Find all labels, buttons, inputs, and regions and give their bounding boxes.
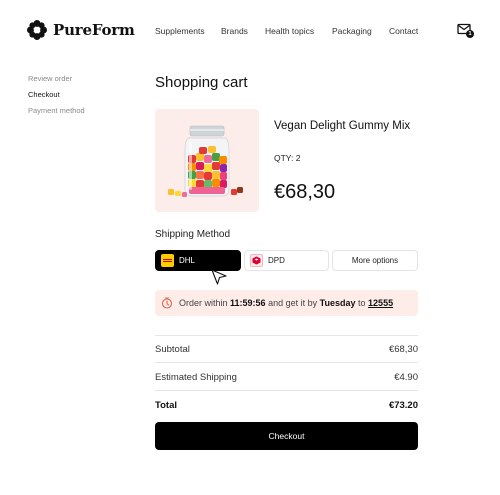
notice-day: Tuesday	[319, 298, 356, 308]
step-payment-method[interactable]: Payment method	[28, 106, 85, 122]
subtotal-label: Subtotal	[155, 344, 190, 355]
brand-name: PureForm	[53, 21, 135, 39]
total-label: Total	[155, 400, 177, 411]
notice-prefix: Order within	[179, 298, 228, 308]
step-review-order[interactable]: Review order	[28, 74, 85, 90]
divider	[155, 390, 418, 391]
notice-to: to	[358, 298, 366, 308]
page-title: Shopping cart	[155, 74, 248, 91]
shipping-option-label: More options	[351, 256, 399, 265]
checkout-button[interactable]: Checkout	[155, 422, 418, 450]
cart-badge: 1	[466, 30, 474, 38]
shipping-option-dpd[interactable]: DPD	[244, 250, 329, 271]
total-value: €73.20	[388, 400, 418, 411]
dhl-logo-icon	[161, 254, 174, 267]
divider	[155, 335, 418, 336]
step-checkout[interactable]: Checkout	[28, 90, 85, 106]
subtotal-row: Subtotal €68,30	[155, 344, 418, 355]
notice-time: 11:59:56	[230, 298, 266, 308]
product-image	[155, 109, 259, 212]
notice-zip-link[interactable]: 12555	[368, 298, 393, 308]
nav-health-topics[interactable]: Health topics	[265, 26, 314, 36]
nav-supplements[interactable]: Supplements	[155, 26, 205, 36]
divider	[155, 362, 418, 363]
shipping-row: Estimated Shipping €4.90	[155, 372, 418, 383]
notice-middle: and get it by	[268, 298, 318, 308]
checkout-steps: Review order Checkout Payment method	[28, 74, 85, 122]
shipping-label: Estimated Shipping	[155, 372, 237, 383]
delivery-notice: Order within 11:59:56 and get it by Tues…	[155, 290, 418, 316]
product-price: €68,30	[274, 181, 336, 203]
shipping-value: €4.90	[394, 372, 418, 383]
brand-logo[interactable]: PureForm	[27, 20, 135, 40]
dpd-logo-icon	[250, 254, 263, 267]
product-quantity: QTY: 2	[274, 153, 301, 163]
shipping-option-dhl[interactable]: DHL	[155, 250, 241, 271]
shipping-option-label: DHL	[179, 256, 196, 265]
mouse-pointer-icon	[211, 269, 227, 285]
subtotal-value: €68,30	[388, 344, 418, 355]
nav-brands[interactable]: Brands	[221, 26, 248, 36]
total-row: Total €73.20	[155, 400, 418, 411]
shipping-option-label: DPD	[268, 256, 285, 265]
nav-packaging[interactable]: Packaging	[332, 26, 372, 36]
nav-contact[interactable]: Contact	[389, 26, 418, 36]
shipping-method-label: Shipping Method	[155, 229, 231, 240]
shipping-more-options[interactable]: More options	[332, 250, 418, 271]
flower-logo-icon	[27, 20, 47, 40]
product-name: Vegan Delight Gummy Mix	[274, 120, 411, 132]
cart-button[interactable]: 1	[457, 23, 475, 39]
clock-icon	[161, 297, 173, 309]
gummy-jar-illustration	[168, 125, 243, 197]
